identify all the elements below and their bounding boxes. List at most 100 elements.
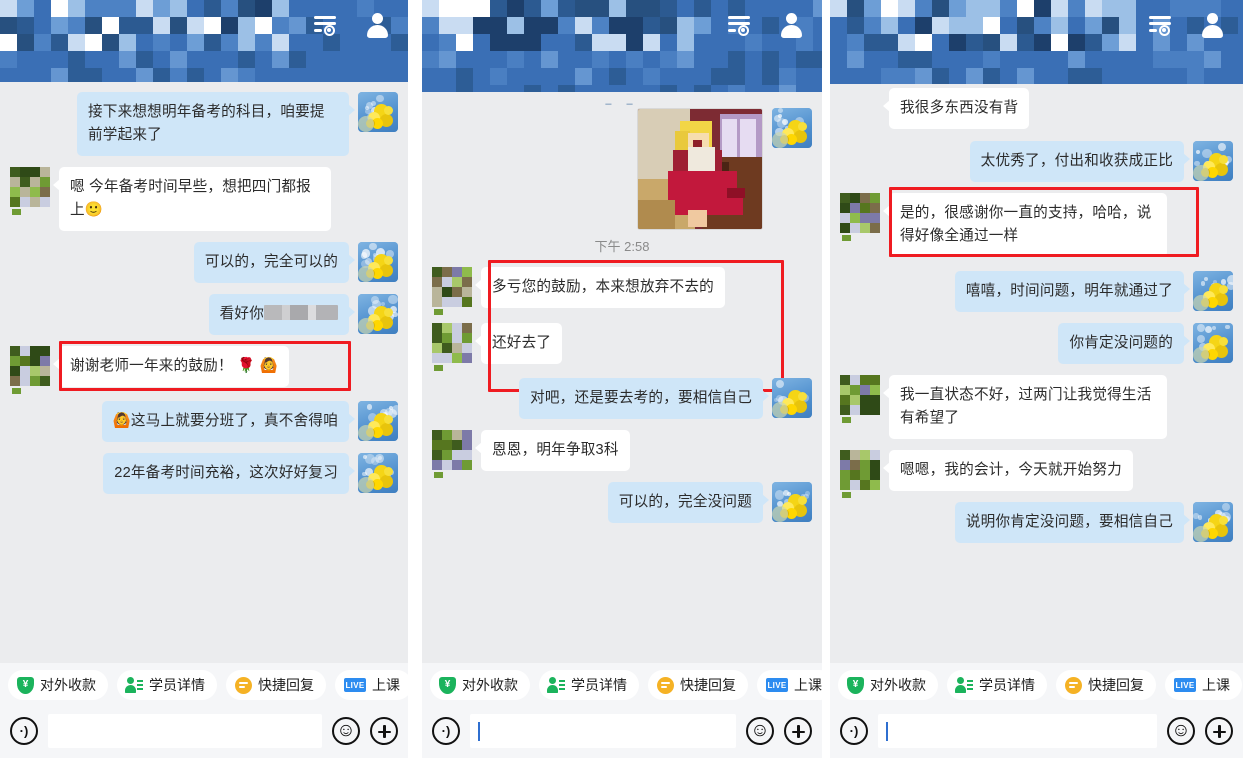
- message-row: 对吧，还是要去考的，要相信自己: [432, 378, 812, 420]
- quick-action-student-detail[interactable]: 学员详情: [947, 670, 1047, 700]
- mosaic-avatar[interactable]: [432, 267, 472, 315]
- quick-action-student-detail[interactable]: 学员详情: [539, 670, 639, 700]
- message-row: 22年备考时间充裕，这次好好复习: [10, 453, 398, 495]
- message-list-1[interactable]: 接下来想想明年备考的科目，咱要提前学起来了 嗯 今年备考时间早些，想把四门都报上…: [0, 82, 408, 663]
- quick-action-live-class[interactable]: LIVE 上课: [757, 670, 822, 700]
- message-bubble: 还好去了: [474, 323, 563, 365]
- message-row: 太优秀了，付出和收获成正比: [840, 141, 1233, 183]
- quick-action-label: 学员详情: [571, 677, 627, 693]
- mosaic-avatar[interactable]: [10, 167, 50, 216]
- emoji-picker-icon[interactable]: [746, 717, 774, 745]
- quick-action-bar-1: ¥ 对外收款 学员详情 快捷回复 LIVE 上课: [0, 663, 408, 706]
- voice-input-icon[interactable]: [840, 717, 868, 745]
- flower-avatar[interactable]: [772, 482, 812, 523]
- live-class-icon: LIVE: [766, 678, 788, 692]
- quick-action-collect-payment[interactable]: ¥ 对外收款: [430, 670, 530, 700]
- message-bubble: 可以的，完全可以的: [193, 242, 356, 284]
- message-bubble: 嗯嗯，我的会计，今天就开始努力: [883, 450, 1133, 492]
- quick-action-label: 快捷回复: [680, 677, 736, 693]
- flower-avatar[interactable]: [1193, 271, 1233, 312]
- message-bubble: 22年备考时间充裕，这次好好复习: [103, 453, 355, 495]
- voice-input-icon[interactable]: [10, 717, 38, 745]
- quick-action-collect-payment[interactable]: ¥ 对外收款: [8, 670, 108, 700]
- chat-panel-1: 接下来想想明年备考的科目，咱要提前学起来了 嗯 今年备考时间早些，想把四门都报上…: [0, 0, 408, 758]
- panel-divider: [408, 0, 422, 758]
- quick-action-label: 对外收款: [870, 677, 926, 693]
- flower-avatar[interactable]: [772, 108, 812, 148]
- quick-action-label: 快捷回复: [1088, 677, 1144, 693]
- chat-photo[interactable]: [637, 108, 763, 230]
- message-bubble: 说明你肯定没问题，要相信自己: [954, 502, 1191, 544]
- message-bubble: 你肯定没问题的: [1058, 323, 1190, 365]
- message-row: 嘻嘻，时间问题，明年就通过了: [840, 271, 1233, 313]
- quick-action-bar-2: ¥ 对外收款 学员详情 快捷回复 LIVE 上课: [422, 663, 822, 706]
- message-input-field[interactable]: [878, 714, 1157, 748]
- flower-avatar[interactable]: [358, 242, 398, 283]
- filter-sliders-icon[interactable]: [726, 12, 752, 38]
- message-bubble: 嗯 今年备考时间早些，想把四门都报上🙂: [53, 167, 331, 232]
- mosaic-avatar[interactable]: [840, 375, 880, 424]
- quick-action-collect-payment[interactable]: ¥ 对外收款: [838, 670, 938, 700]
- mosaic-avatar[interactable]: [432, 323, 472, 372]
- add-attachment-icon[interactable]: [370, 717, 398, 745]
- quick-action-label: 学员详情: [979, 677, 1035, 693]
- photo-message-row: [432, 108, 812, 230]
- voice-input-icon[interactable]: [432, 717, 460, 745]
- message-bubble: 太优秀了，付出和收获成正比: [969, 141, 1191, 183]
- student-profile-icon: [125, 676, 143, 694]
- message-input-field[interactable]: [48, 714, 322, 748]
- flower-avatar[interactable]: [358, 294, 398, 335]
- message-row: 恩恩，明年争取3科: [432, 430, 812, 479]
- message-bubble: 🙆这马上就要分班了，真不舍得咱: [101, 401, 355, 443]
- mosaic-avatar[interactable]: [432, 430, 472, 479]
- person-icon[interactable]: [1199, 12, 1225, 38]
- mosaic-avatar[interactable]: [10, 346, 50, 395]
- live-badge-text: LIVE: [767, 680, 787, 690]
- student-profile-icon: [547, 676, 565, 694]
- flower-avatar[interactable]: [358, 453, 398, 494]
- add-attachment-icon[interactable]: [784, 717, 812, 745]
- emoji-picker-icon[interactable]: [1167, 717, 1195, 745]
- mosaic-avatar[interactable]: [840, 193, 880, 242]
- message-row-highlighted: 是的，很感谢你一直的支持，哈哈，说得好像全通过一样: [840, 187, 1233, 258]
- message-input-bar-3: [830, 706, 1243, 758]
- quick-action-student-detail[interactable]: 学员详情: [117, 670, 217, 700]
- message-bubble: 谢谢老师一年来的鼓励！ 🌹 🙆: [53, 346, 289, 388]
- message-input-field[interactable]: [470, 714, 736, 748]
- message-list-3[interactable]: 我很多东西没有背 太优秀了，付出和收获成正比 是的，很感谢你一直的支持，哈哈，说…: [830, 84, 1243, 663]
- quick-action-quick-reply[interactable]: 快捷回复: [648, 670, 748, 700]
- quick-action-live-class[interactable]: LIVE 上课: [335, 670, 408, 700]
- message-timestamp: 下午 2:58: [594, 239, 650, 254]
- flower-avatar[interactable]: [358, 401, 398, 442]
- quick-action-label: 学员详情: [149, 677, 205, 693]
- message-bubble: 我一直状态不好，过两门让我觉得生活有希望了: [883, 375, 1167, 440]
- live-class-icon: LIVE: [1174, 678, 1196, 692]
- message-bubble: 多亏您的鼓励，本来想放弃不去的: [475, 267, 725, 309]
- flower-avatar[interactable]: [772, 378, 812, 419]
- mosaic-avatar[interactable]: [840, 450, 880, 499]
- filter-sliders-icon[interactable]: [1147, 12, 1173, 38]
- quick-action-live-class[interactable]: LIVE 上课: [1165, 670, 1242, 700]
- flower-avatar[interactable]: [358, 92, 398, 132]
- screenshot-collage: 接下来想想明年备考的科目，咱要提前学起来了 嗯 今年备考时间早些，想把四门都报上…: [0, 0, 1243, 758]
- message-row: 你肯定没问题的: [840, 323, 1233, 365]
- live-class-icon: LIVE: [344, 678, 366, 692]
- quick-action-label: 上课: [372, 677, 400, 693]
- flower-avatar[interactable]: [1193, 323, 1233, 364]
- quick-action-quick-reply[interactable]: 快捷回复: [1056, 670, 1156, 700]
- emoji-picker-icon[interactable]: [332, 717, 360, 745]
- message-list-2[interactable]: – – 下午 2:58 多亏您的鼓励，本来想放弃不去的 还好去了 对吧，还是要去…: [422, 92, 822, 663]
- person-icon[interactable]: [364, 12, 390, 38]
- add-attachment-icon[interactable]: [1205, 717, 1233, 745]
- person-icon[interactable]: [778, 12, 804, 38]
- message-row: 🙆这马上就要分班了，真不舍得咱: [10, 401, 398, 443]
- filter-sliders-icon[interactable]: [312, 12, 338, 38]
- message-row-highlighted: 还好去了: [432, 323, 812, 372]
- flower-avatar[interactable]: [1193, 141, 1233, 182]
- flower-avatar[interactable]: [1193, 502, 1233, 543]
- message-bubble: 我很多东西没有背: [882, 88, 1030, 130]
- quick-action-quick-reply[interactable]: 快捷回复: [226, 670, 326, 700]
- live-badge-text: LIVE: [1175, 680, 1195, 690]
- message-row: 说明你肯定没问题，要相信自己: [840, 502, 1233, 544]
- message-row: 嗯嗯，我的会计，今天就开始努力: [840, 450, 1233, 499]
